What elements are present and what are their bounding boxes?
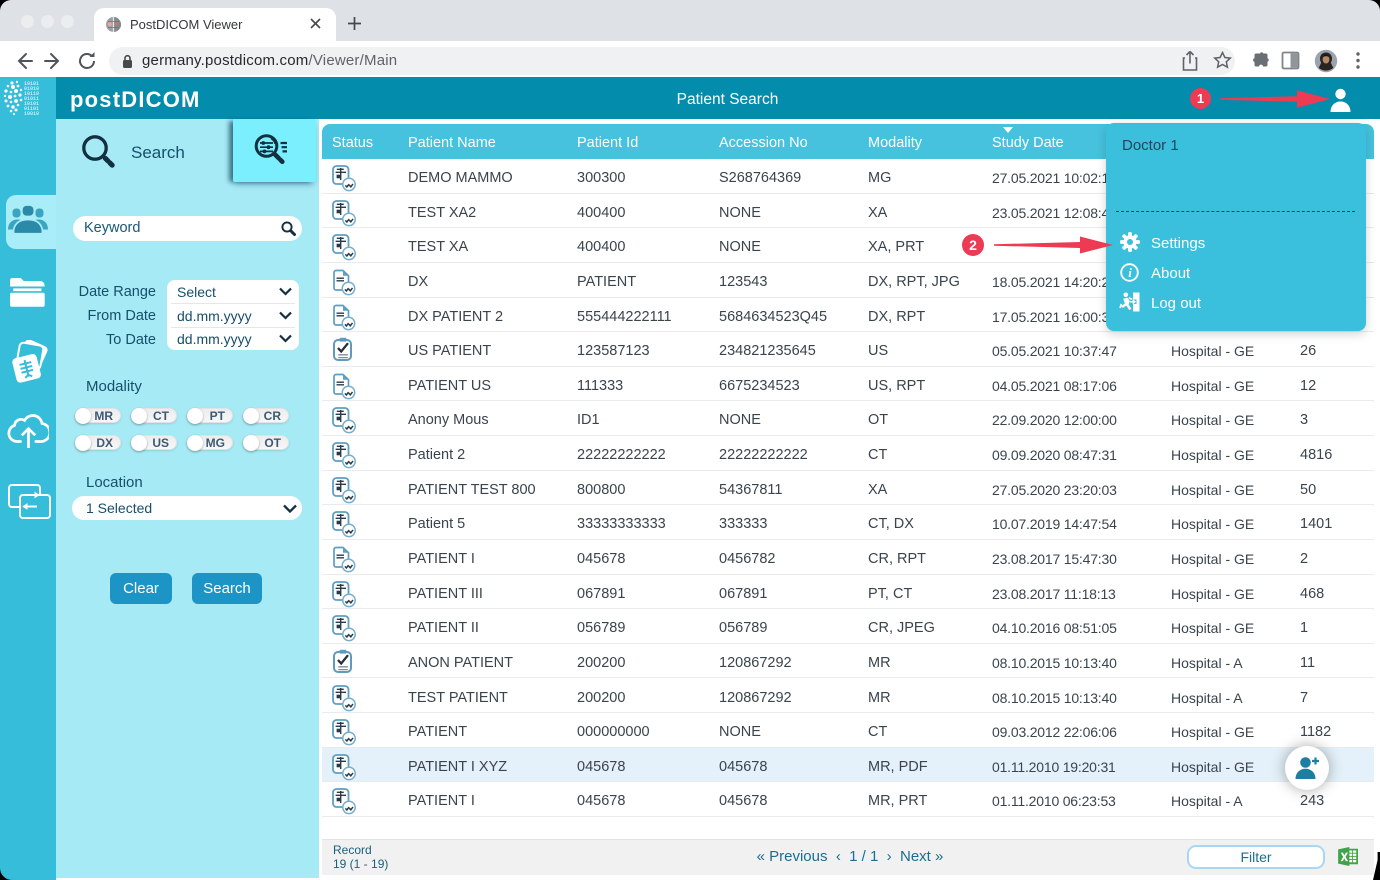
svg-text:i: i [1128,265,1132,280]
svg-text:10010: 10010 [24,111,39,117]
